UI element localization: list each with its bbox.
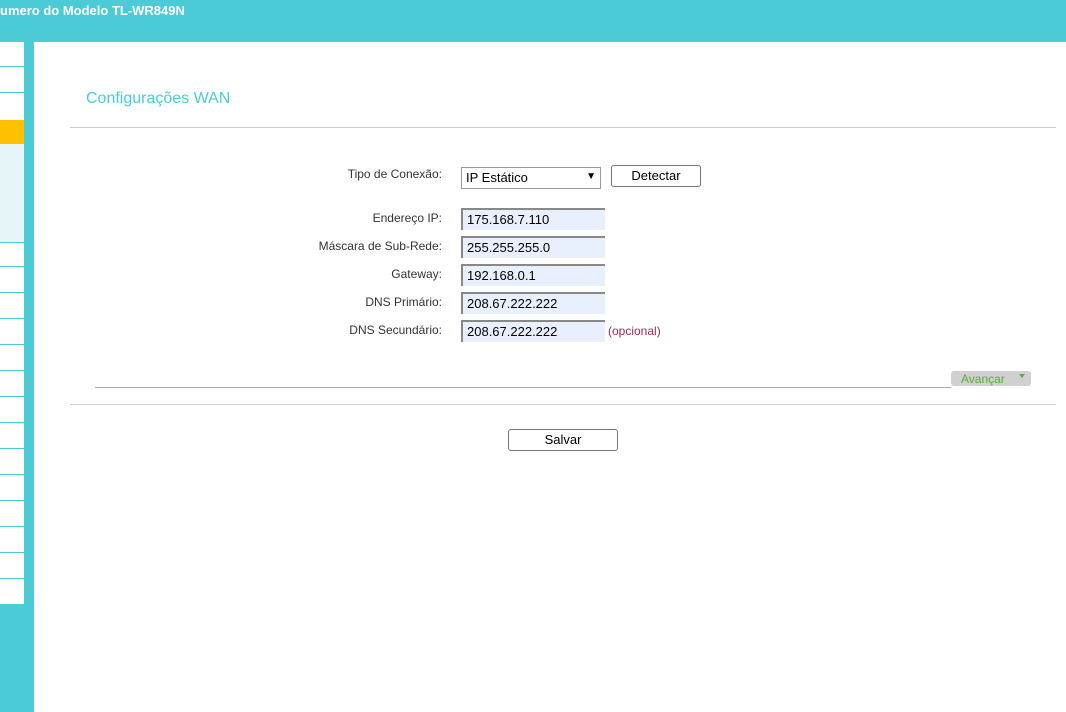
sidebar-item-divider <box>0 474 24 475</box>
sidebar-item-divider <box>0 242 24 243</box>
sidebar-item-divider <box>0 92 24 93</box>
sidebar-item-divider <box>0 292 24 293</box>
sidebar-item-divider <box>0 318 24 319</box>
sidebar-item-divider <box>0 370 24 371</box>
top-header: umero do Modelo TL-WR849N <box>0 0 1066 42</box>
sidebar <box>0 42 34 712</box>
title-divider <box>70 127 1056 128</box>
dns-primary-label: DNS Primário: <box>365 295 442 309</box>
dns-primary-input[interactable]: 208.67.222.222 <box>461 292 605 314</box>
dns-secondary-label: DNS Secundário: <box>349 323 442 337</box>
advanced-toggle[interactable]: Avançar <box>951 371 1031 386</box>
sidebar-submenu[interactable] <box>0 144 24 242</box>
sidebar-item-divider <box>0 552 24 553</box>
optional-label: (opcional) <box>608 324 661 338</box>
advanced-divider <box>95 387 951 388</box>
mask-label: Máscara de Sub-Rede: <box>318 239 442 253</box>
sidebar-item-active[interactable] <box>0 120 24 144</box>
connection-type-label: Tipo de Conexão: <box>347 167 442 181</box>
sidebar-item-divider <box>0 266 24 267</box>
sidebar-item-divider <box>0 66 24 67</box>
sidebar-item-divider <box>0 344 24 345</box>
chevron-down-icon <box>1019 374 1025 378</box>
subnet-mask-input[interactable]: 255.255.255.0 <box>461 236 605 258</box>
gateway-input[interactable]: 192.168.0.1 <box>461 264 605 286</box>
ip-address-input[interactable]: 175.168.7.110 <box>461 208 605 230</box>
sidebar-item-divider <box>0 422 24 423</box>
advanced-label: Avançar <box>961 372 1005 386</box>
sidebar-menu <box>0 42 24 604</box>
ip-label: Endereço IP: <box>372 211 442 225</box>
sidebar-item-divider <box>0 448 24 449</box>
dns-secondary-input[interactable]: 208.67.222.222 <box>461 320 605 342</box>
sidebar-item-divider <box>0 500 24 501</box>
connection-type-select[interactable]: IP Estático ▼ <box>461 167 601 189</box>
dropdown-arrow-icon: ▼ <box>586 171 596 182</box>
sidebar-item-divider <box>0 526 24 527</box>
connection-type-value: IP Estático <box>466 170 528 185</box>
sidebar-item-divider <box>0 396 24 397</box>
detect-button[interactable]: Detectar <box>611 165 701 187</box>
footer-divider <box>70 404 1056 405</box>
sidebar-item-divider <box>0 578 24 579</box>
gateway-label: Gateway: <box>391 267 442 281</box>
page-title: Configurações WAN <box>86 90 231 107</box>
model-title: umero do Modelo TL-WR849N <box>0 3 185 18</box>
save-button[interactable]: Salvar <box>508 429 618 451</box>
